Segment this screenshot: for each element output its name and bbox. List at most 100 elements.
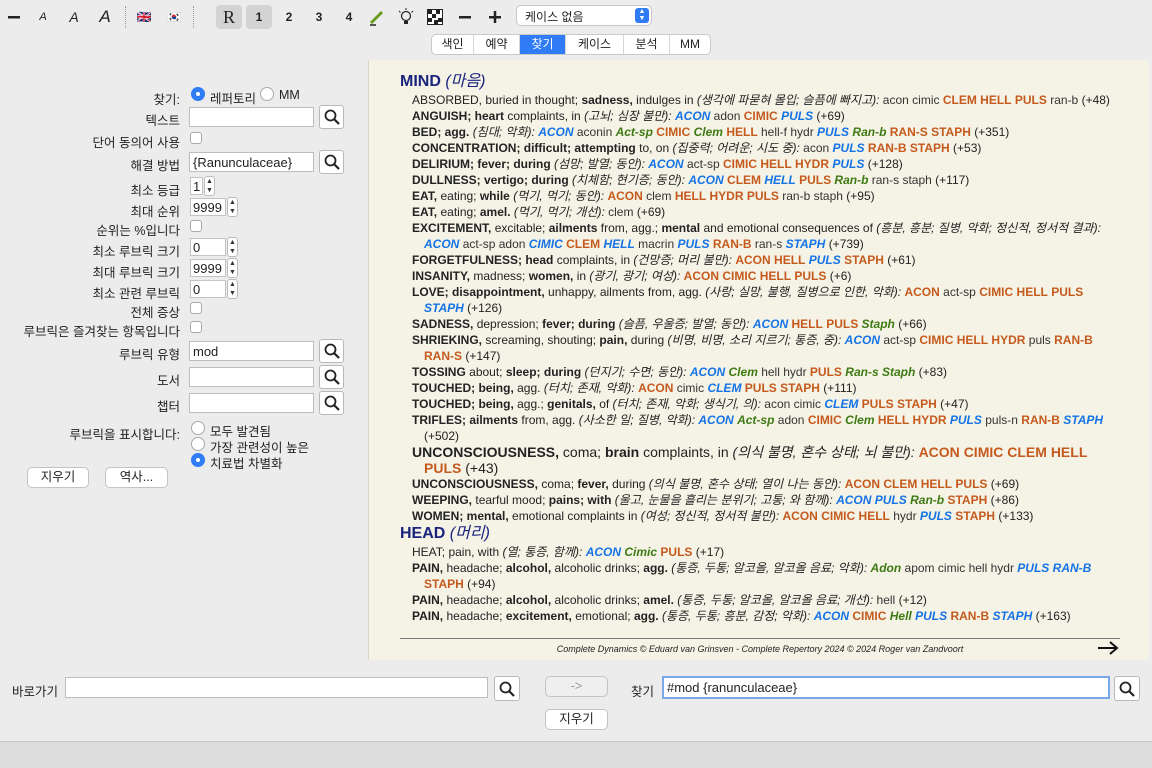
remedy-abbrev[interactable]: PULS <box>1015 93 1047 107</box>
remedy-abbrev[interactable]: ACON <box>424 237 459 251</box>
remedy-abbrev[interactable]: HELL <box>921 477 952 491</box>
rubric-line[interactable]: BED; agg. (침대; 악화): ACON aconin Act-sp C… <box>412 124 1120 140</box>
remedy-abbrev[interactable]: act-sp <box>687 157 720 171</box>
remedy-abbrev[interactable]: RAN-B <box>1054 333 1093 347</box>
korean-flag-icon[interactable]: 🇰🇷 <box>164 5 184 29</box>
remedy-abbrev[interactable]: ACON <box>638 381 673 395</box>
chapter-heading[interactable]: MIND (마음) <box>400 72 1120 92</box>
remedy-abbrev[interactable]: STAPH <box>992 609 1032 623</box>
remedy-abbrev[interactable]: CLEM <box>566 237 600 251</box>
remedy-abbrev[interactable]: ACON <box>836 493 871 507</box>
remedy-abbrev[interactable]: PULS <box>817 125 849 139</box>
remedy-abbrev[interactable]: Act-sp <box>616 125 653 139</box>
history-button[interactable]: 역사... <box>105 467 168 488</box>
remedy-abbrev[interactable]: HELL <box>1051 444 1088 460</box>
remedy-abbrev[interactable]: act-sp <box>463 237 496 251</box>
remedy-abbrev[interactable]: hydr <box>991 561 1014 575</box>
remedy-abbrev[interactable]: ACON <box>538 125 573 139</box>
remedy-abbrev[interactable]: act-sp <box>943 285 976 299</box>
rubric-line[interactable]: ABSORBED, buried in thought; sadness, in… <box>412 92 1120 108</box>
remedy-abbrev[interactable]: hydr <box>783 365 806 379</box>
min-related-input[interactable]: 0 <box>190 280 226 298</box>
remedy-abbrev[interactable]: PULS <box>875 493 907 507</box>
rubric-line[interactable]: EXCITEMENT, excitable; ailments from, ag… <box>412 220 1120 252</box>
remedy-abbrev[interactable]: HELL <box>792 317 823 331</box>
remedy-abbrev[interactable]: Cimic <box>624 545 657 559</box>
rubric-line[interactable]: TOUCHED; being, agg. (터치; 존재, 악화): ACON … <box>412 380 1120 396</box>
remedy-abbrev[interactable]: cimic <box>912 93 939 107</box>
remedy-abbrev[interactable]: STAPH <box>897 397 937 411</box>
remedy-abbrev[interactable]: PULS <box>915 609 947 623</box>
rubric-line[interactable]: DULLNESS; vertigo; during (치체함; 현기증; 동안)… <box>412 172 1120 188</box>
grid-icon[interactable] <box>424 5 446 29</box>
lightbulb-icon[interactable] <box>395 5 417 29</box>
remedy-abbrev[interactable]: clem <box>646 189 671 203</box>
min-grade-input[interactable]: 1 <box>190 177 203 195</box>
rubric-line[interactable]: TRIFLES; ailments from, agg. (사소한 일; 질병,… <box>412 412 1120 444</box>
max-rank-input[interactable]: 9999 <box>190 198 226 216</box>
remedy-abbrev[interactable]: act-sp <box>883 333 916 347</box>
remedy-abbrev[interactable]: RAN-S <box>424 349 462 363</box>
remedy-abbrev[interactable]: Ran-b <box>852 125 886 139</box>
remedy-abbrev[interactable]: PULS <box>833 141 865 155</box>
remedy-abbrev[interactable]: STAPH <box>786 237 826 251</box>
remedy-abbrev[interactable]: ran-s <box>755 237 782 251</box>
english-flag-icon[interactable]: 🇬🇧 <box>134 5 154 29</box>
remedy-abbrev[interactable]: ACON <box>690 365 725 379</box>
remedy-abbrev[interactable]: STAPH <box>1063 413 1103 427</box>
highlighter-icon[interactable] <box>366 5 388 29</box>
remedy-abbrev[interactable]: CLEM <box>883 477 917 491</box>
remedy-abbrev[interactable]: macrin <box>638 237 674 251</box>
remedy-abbrev[interactable]: CIMIC <box>744 109 778 123</box>
remedy-abbrev[interactable]: hydr <box>893 509 916 523</box>
remedy-abbrev[interactable]: Clem <box>694 125 723 139</box>
find-search-button[interactable] <box>1114 676 1140 701</box>
remedy-abbrev[interactable]: adon <box>714 109 741 123</box>
remedy-abbrev[interactable]: hell-f <box>761 125 787 139</box>
max-rank-stepper[interactable]: ▲ ▼ <box>227 197 238 217</box>
remedy-abbrev[interactable]: PULS <box>955 477 987 491</box>
remedy-abbrev[interactable]: ACON <box>648 157 683 171</box>
rubric-line[interactable]: SHRIEKING, screaming, shouting; pain, du… <box>412 332 1120 364</box>
remedy-abbrev[interactable]: PULS <box>660 545 692 559</box>
remedy-abbrev[interactable]: HELL <box>760 157 791 171</box>
all-symptoms-checkbox[interactable] <box>190 302 202 314</box>
radio-mm[interactable] <box>260 87 274 101</box>
remedy-abbrev[interactable]: ACON <box>845 477 880 491</box>
remedy-abbrev[interactable]: CIMIC <box>852 609 886 623</box>
font-large-button[interactable]: A <box>95 5 115 29</box>
remedy-abbrev[interactable]: HELL <box>878 413 909 427</box>
remedy-abbrev[interactable]: cimic <box>677 381 704 395</box>
remedy-abbrev[interactable]: HYDR <box>991 333 1025 347</box>
remedy-abbrev[interactable]: PULS <box>799 173 831 187</box>
remedy-input[interactable]: {Ranunculaceae} <box>189 152 314 172</box>
remedy-abbrev[interactable]: PULS <box>826 317 858 331</box>
remedy-abbrev[interactable]: CIMIC <box>964 444 1004 460</box>
remedy-abbrev[interactable]: hydr <box>790 125 813 139</box>
remedy-abbrev[interactable]: ACON <box>919 444 960 460</box>
remedy-abbrev[interactable]: STAPH <box>955 509 995 523</box>
rubric-line[interactable]: PAIN, headache; alcohol, alcoholic drink… <box>412 592 1120 608</box>
remedy-abbrev[interactable]: PULS <box>747 189 779 203</box>
remedy-abbrev[interactable]: PULS <box>781 109 813 123</box>
radio-differentiate[interactable] <box>191 453 205 467</box>
rubric-line[interactable]: WOMEN; mental, emotional complaints in (… <box>412 508 1120 524</box>
rubric-line[interactable]: PAIN, headache; excitement, emotional; a… <box>412 608 1120 624</box>
min-related-stepper[interactable]: ▲ ▼ <box>227 279 238 299</box>
rubric-line[interactable]: UNCONSCIOUSNESS, coma; brain complaints,… <box>412 444 1120 476</box>
remedy-abbrev[interactable]: HELL <box>859 509 890 523</box>
remedy-abbrev[interactable]: PULS <box>1051 285 1083 299</box>
rank-percent-checkbox[interactable] <box>190 220 202 232</box>
chapter-search-button[interactable] <box>319 391 344 415</box>
remedy-abbrev[interactable]: cimic <box>794 397 821 411</box>
min-grade-stepper[interactable]: ▲ ▼ <box>204 176 215 196</box>
remedy-abbrev[interactable]: ran-s <box>872 173 899 187</box>
remedy-abbrev[interactable]: acon <box>764 397 790 411</box>
remedy-abbrev[interactable]: CLEM <box>727 173 761 187</box>
remedy-abbrev[interactable]: ACON <box>753 317 788 331</box>
chapter-heading[interactable]: HEAD (머리) <box>400 524 1120 544</box>
remedy-abbrev[interactable]: hell <box>877 593 896 607</box>
remedy-abbrev[interactable]: ACON <box>698 413 733 427</box>
remedy-abbrev[interactable]: Adon <box>871 561 902 575</box>
remedy-abbrev[interactable]: CLEM <box>1007 444 1047 460</box>
